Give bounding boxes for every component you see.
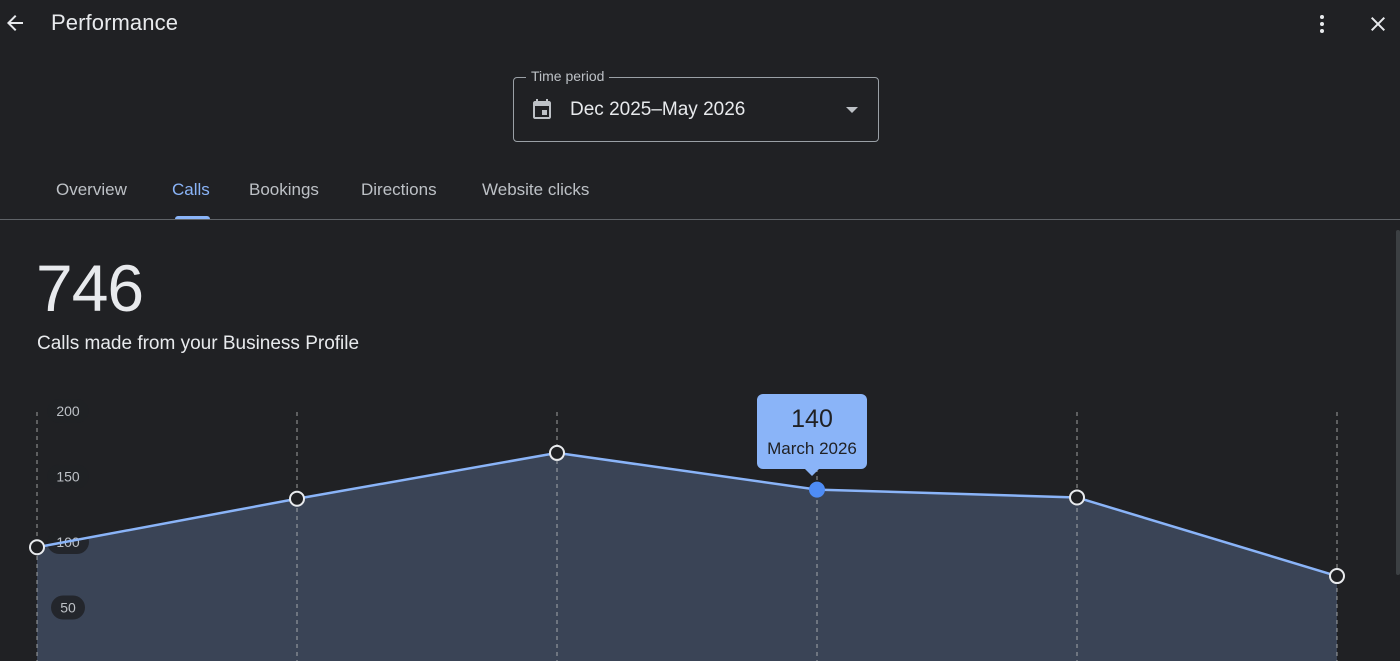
arrow-back-icon — [7, 15, 23, 31]
tabs-divider — [0, 219, 1400, 220]
tooltip-date: March 2026 — [767, 439, 857, 458]
chart-point — [29, 539, 45, 556]
calendar-icon — [533, 99, 551, 119]
chart-tooltip: 140 March 2026 — [757, 394, 867, 476]
tab-bookings[interactable]: Bookings — [249, 180, 319, 200]
tooltip-value: 140 — [791, 405, 833, 433]
close-button[interactable] — [1362, 8, 1394, 40]
tab-bar: Overview Calls Bookings Directions Websi… — [0, 160, 1400, 220]
chart-point — [1329, 568, 1345, 585]
arrow-drop-down-icon — [846, 107, 858, 113]
total-calls-description: Calls made from your Business Profile — [37, 333, 360, 354]
performance-dialog: Performance Time period Dec 2025–May 202… — [0, 0, 1400, 661]
chart-point — [549, 444, 565, 461]
y-tick-label: 200 — [56, 403, 80, 419]
tab-directions[interactable]: Directions — [361, 180, 437, 200]
calls-area-chart: 50100150200 — [29, 399, 1345, 661]
page-title: Performance — [51, 10, 179, 35]
close-icon — [1371, 17, 1385, 31]
chart-point-selected — [809, 481, 825, 498]
tab-website-clicks[interactable]: Website clicks — [482, 180, 589, 200]
time-period-label: Time period — [526, 68, 610, 84]
y-tick-label: 150 — [56, 469, 80, 485]
more-vert-icon — [1320, 15, 1324, 33]
chart-point — [1069, 489, 1085, 506]
scrollbar[interactable] — [1396, 230, 1400, 575]
chart-area — [37, 452, 1337, 661]
total-calls-value: 746 — [36, 251, 144, 325]
time-period-value: Dec 2025–May 2026 — [570, 99, 746, 120]
y-tick-label: 50 — [60, 600, 76, 616]
back-button[interactable] — [0, 7, 30, 39]
time-period-select[interactable]: Time period Dec 2025–May 2026 — [513, 68, 879, 142]
tab-calls[interactable]: Calls — [172, 180, 210, 200]
chart-point — [289, 490, 305, 507]
more-options-button[interactable] — [1307, 8, 1337, 40]
tab-overview[interactable]: Overview — [56, 180, 127, 200]
